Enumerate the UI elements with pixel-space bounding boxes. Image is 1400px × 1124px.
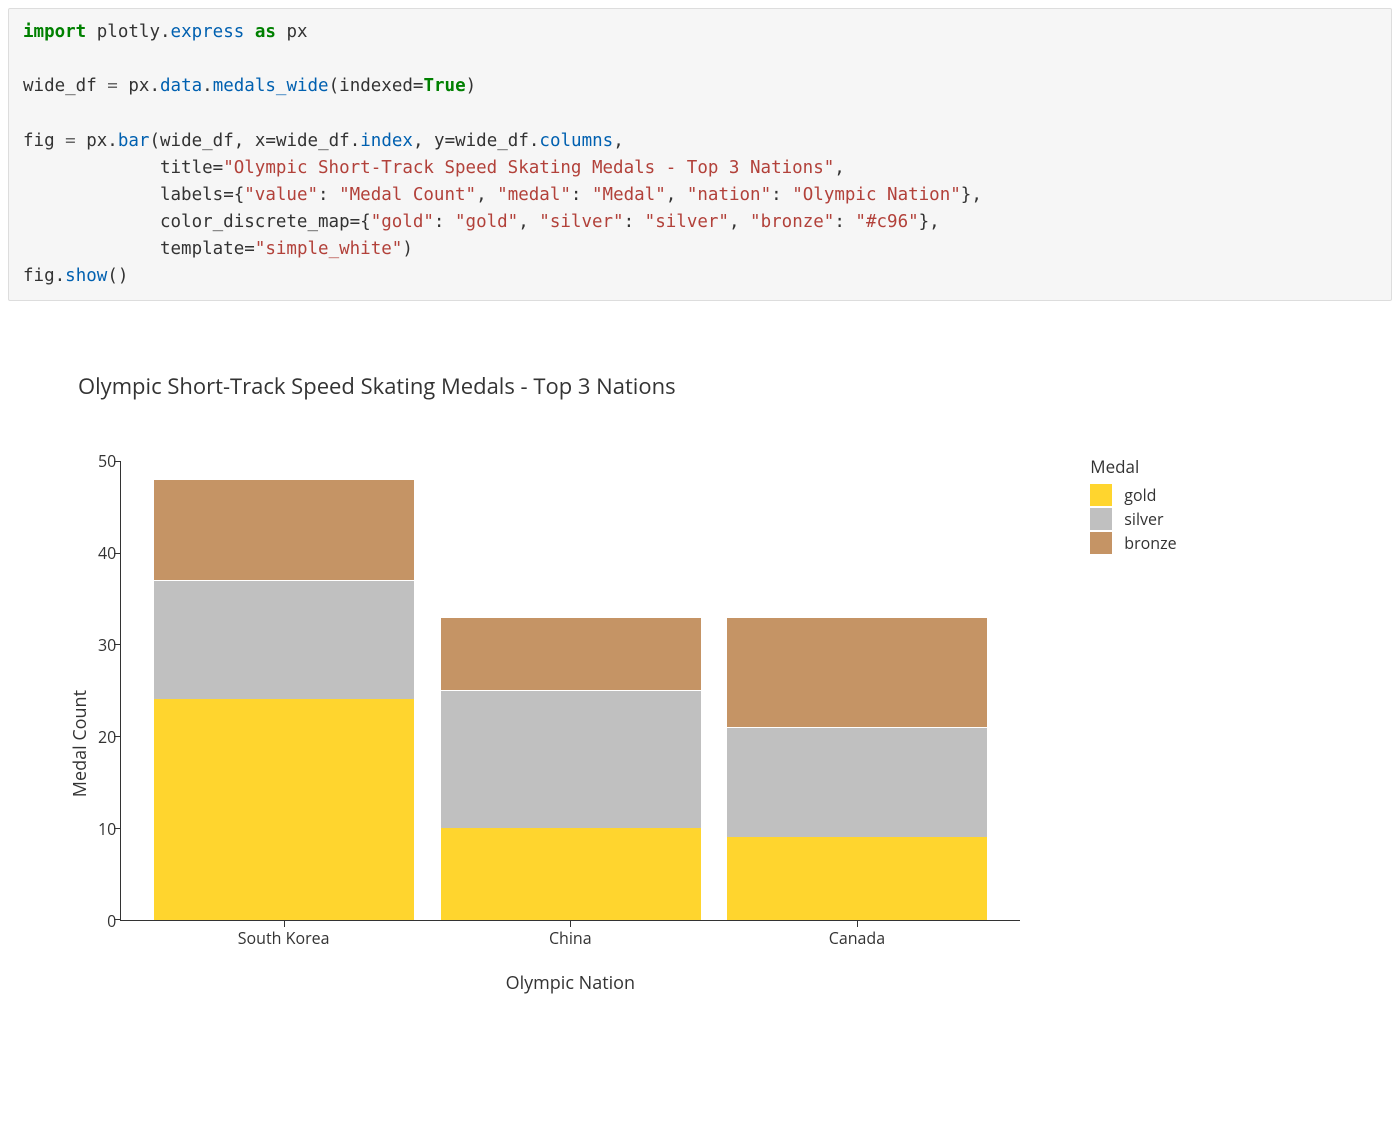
bar-segment-gold[interactable] [154,699,414,920]
bar-segment-gold[interactable] [441,828,701,920]
x-axis-label: Olympic Nation [120,971,1020,995]
code-block: import plotly.express as px wide_df = px… [8,8,1392,301]
x-axis-ticks: South Korea China Canada [120,927,1020,949]
legend-swatch-icon [1090,484,1112,506]
legend-label: bronze [1124,532,1176,554]
chart-title: Olympic Short-Track Speed Skating Medals… [78,371,1352,401]
bar-group[interactable] [154,479,414,921]
y-tick-marks [114,461,121,920]
bar-group[interactable] [727,617,987,921]
legend-item-gold[interactable]: gold [1090,484,1176,506]
bar-segment-bronze[interactable] [727,617,987,727]
x-tick-label: South Korea [154,927,414,949]
bars-container [121,461,1020,920]
legend-label: silver [1124,508,1163,530]
bar-segment-silver[interactable] [154,580,414,700]
legend: Medal gold silver bronze [1090,455,1176,556]
legend-item-bronze[interactable]: bronze [1090,532,1176,554]
bar-segment-bronze[interactable] [154,479,414,580]
plot-area[interactable] [120,461,1020,921]
bar-segment-gold[interactable] [727,837,987,920]
bar-group[interactable] [441,617,701,921]
legend-swatch-icon [1090,508,1112,530]
bar-segment-bronze[interactable] [441,617,701,691]
chart-container: Olympic Short-Track Speed Skating Medals… [8,371,1392,1015]
x-tick-label: Canada [727,927,987,949]
legend-label: gold [1124,484,1156,506]
legend-swatch-icon [1090,532,1112,554]
bar-segment-silver[interactable] [727,727,987,837]
legend-item-silver[interactable]: silver [1090,508,1176,530]
x-tick-label: China [440,927,700,949]
legend-title: Medal [1090,455,1176,478]
y-axis-label: Medal Count [68,660,92,797]
bar-segment-silver[interactable] [441,690,701,828]
code-keyword: import [23,22,86,42]
